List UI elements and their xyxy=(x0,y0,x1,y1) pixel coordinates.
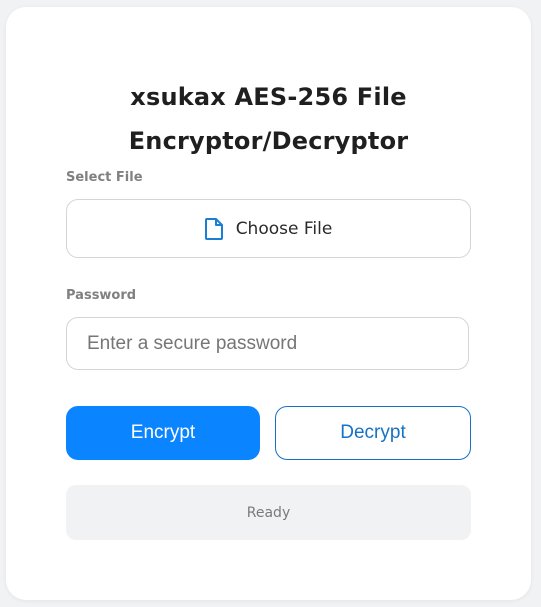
title-text: xsukax AES-256 File Encryptor/Decryptor xyxy=(128,83,409,155)
page-title: xsukax AES-256 File Encryptor/Decryptor xyxy=(6,75,531,163)
password-input[interactable] xyxy=(66,317,469,370)
encryptor-card: xsukax AES-256 File Encryptor/Decryptor … xyxy=(6,7,531,600)
select-file-label: Select File xyxy=(66,170,143,185)
status-display: Ready xyxy=(66,485,471,540)
encrypt-button[interactable]: Encrypt xyxy=(66,406,260,460)
status-text: Ready xyxy=(246,504,291,521)
choose-file-button[interactable]: Choose File xyxy=(66,199,471,258)
choose-file-label: Choose File xyxy=(235,218,333,239)
decrypt-button[interactable]: Decrypt xyxy=(275,406,471,460)
password-label: Password xyxy=(66,288,137,303)
file-icon xyxy=(204,217,223,240)
